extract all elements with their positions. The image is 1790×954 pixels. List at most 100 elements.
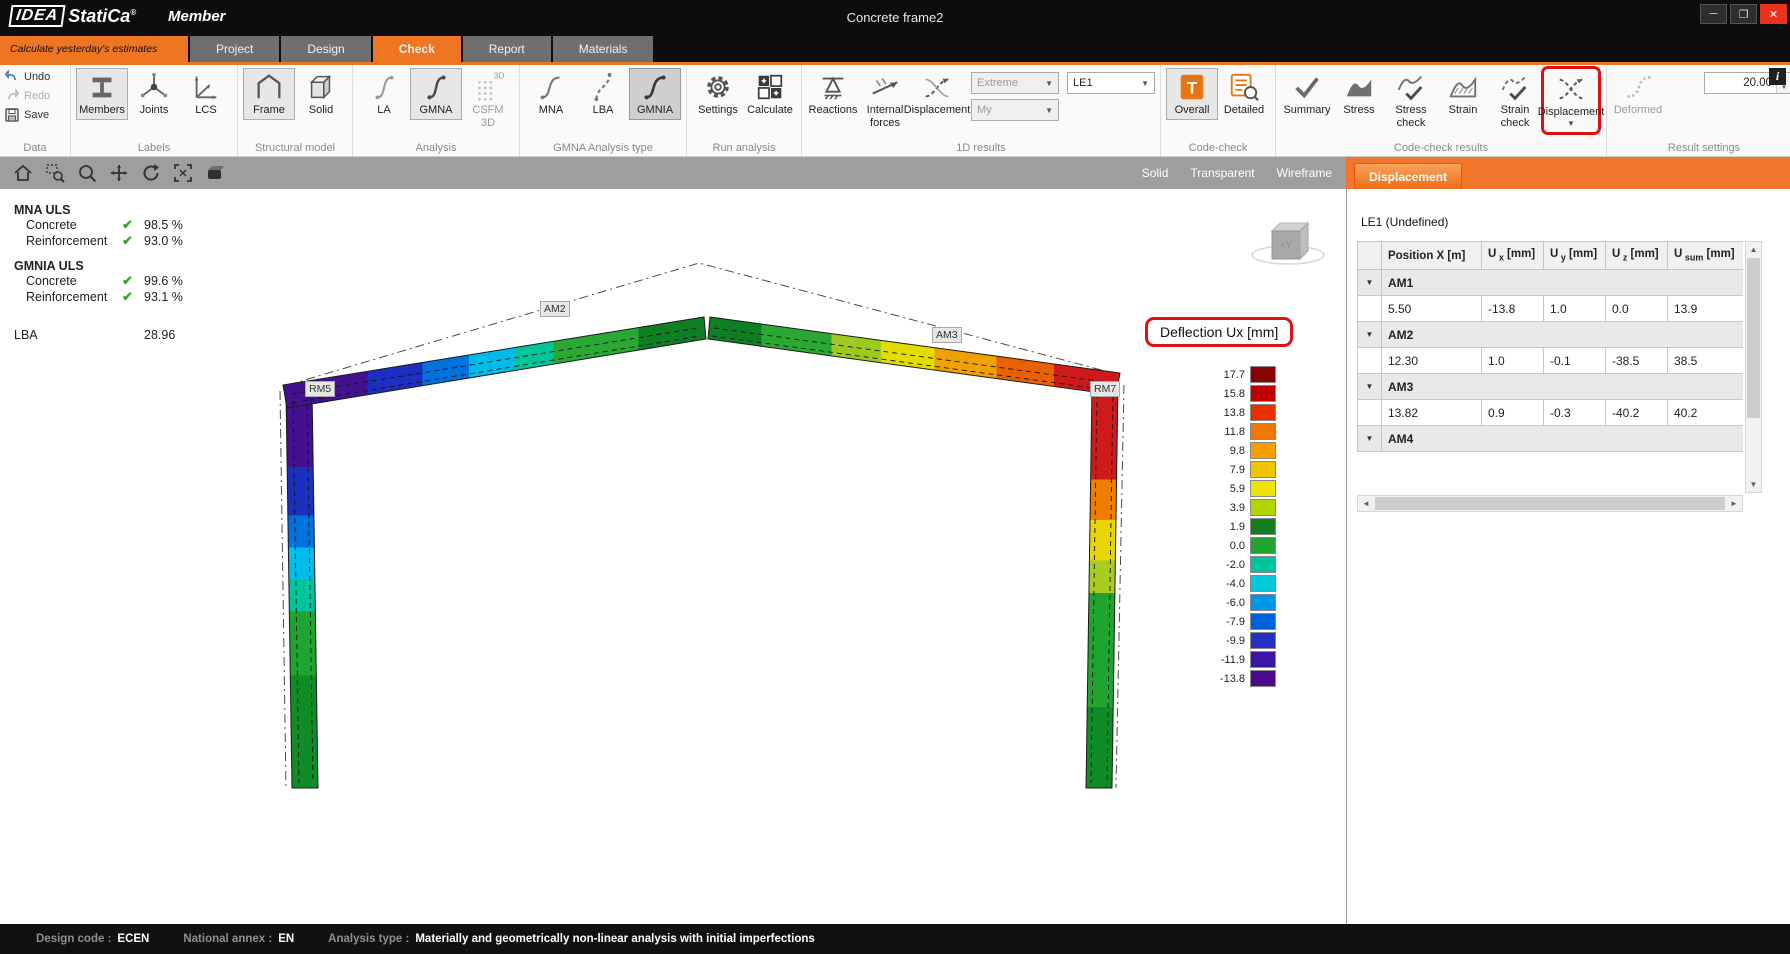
table-data-row[interactable]: 12.301.0-0.1-38.538.5: [1358, 348, 1744, 374]
summary-button[interactable]: Summary: [1281, 68, 1333, 120]
overall-button[interactable]: T Overall: [1166, 68, 1218, 120]
svg-text:3D: 3D: [494, 71, 504, 81]
solid-button[interactable]: Solid: [295, 68, 347, 120]
ribbon-group-run-analysis: Settings Calculate Run analysis: [687, 65, 802, 156]
info-button[interactable]: i: [1769, 68, 1786, 85]
clipping-button[interactable]: [200, 160, 230, 186]
mna-button[interactable]: MNA: [525, 68, 577, 120]
member-label-am3: AM3: [932, 327, 962, 343]
scroll-thumb[interactable]: [1375, 497, 1725, 510]
scroll-down-icon[interactable]: ▼: [1746, 477, 1761, 492]
scroll-right-icon[interactable]: ►: [1726, 496, 1742, 511]
undo-button[interactable]: Undo: [5, 68, 65, 85]
table-header-expander[interactable]: [1358, 242, 1382, 270]
stress-check-button[interactable]: Stress check: [1385, 68, 1437, 132]
internal-forces-button[interactable]: Internal forces: [859, 68, 911, 132]
left-column-member[interactable]: [286, 388, 318, 788]
orientation-cube[interactable]: +Y: [1250, 213, 1326, 269]
table-data-row[interactable]: 13.820.9-0.3-40.240.2: [1358, 400, 1744, 426]
table-header[interactable]: Position X [m]: [1382, 242, 1482, 270]
summary-section-title: GMNIA ULS: [14, 259, 204, 273]
pan-button[interactable]: [104, 160, 134, 186]
gmna-button[interactable]: GMNA: [410, 68, 462, 120]
view-toolbar: Solid Transparent Wireframe: [0, 157, 1346, 189]
maximize-button[interactable]: ❐: [1730, 4, 1757, 24]
model-viewport[interactable]: MNA ULS Concrete ✔ 98.5 % Reinforcement …: [0, 189, 1346, 924]
legend-entry: 1.9: [1204, 517, 1276, 536]
scroll-thumb[interactable]: [1747, 258, 1760, 418]
table-header[interactable]: U y [mm]: [1544, 242, 1606, 270]
tab-displacement-results[interactable]: Displacement: [1354, 163, 1462, 189]
rotate-button[interactable]: [136, 160, 166, 186]
frame-button[interactable]: Frame: [243, 68, 295, 120]
displacement-check-button[interactable]: Displacement ▼: [1545, 70, 1597, 131]
legend-color-cell: [1250, 594, 1276, 611]
horizontal-scrollbar[interactable]: ◄ ►: [1357, 495, 1743, 512]
display-mode-transparent[interactable]: Transparent: [1190, 166, 1254, 180]
vertical-scrollbar[interactable]: ▲ ▼: [1745, 241, 1762, 493]
extreme-dropdown[interactable]: Extreme▼: [971, 72, 1059, 94]
la-button[interactable]: LA: [358, 68, 410, 120]
table-group-row[interactable]: ▼AM1: [1358, 270, 1744, 296]
scroll-up-icon[interactable]: ▲: [1746, 242, 1761, 257]
home-view-button[interactable]: [8, 160, 38, 186]
tab-report[interactable]: Report: [463, 36, 551, 62]
csfm3d-button[interactable]: 3D CSFM 3D: [462, 68, 514, 132]
legend-entry: -2.0: [1204, 555, 1276, 574]
gmnia-button[interactable]: GMNIA: [629, 68, 681, 120]
lcs-button[interactable]: LCS: [180, 68, 232, 120]
tab-materials[interactable]: Materials: [553, 36, 654, 62]
calculate-button[interactable]: Calculate: [744, 68, 796, 120]
table-group-row[interactable]: ▼AM3: [1358, 374, 1744, 400]
search-icon: [77, 163, 97, 183]
table-header[interactable]: U z [mm]: [1606, 242, 1668, 270]
ribbon-group-result-settings: Deformed 20.00 ▲ ▼ Result settings: [1607, 65, 1790, 156]
settings-button[interactable]: Settings: [692, 68, 744, 120]
ribbon-group-analysis: LA GMNA 3D CSFM 3D Analysis: [353, 65, 520, 156]
members-button[interactable]: Members: [76, 68, 128, 120]
tab-design[interactable]: Design: [281, 36, 370, 62]
detailed-button[interactable]: Detailed: [1218, 68, 1270, 120]
check-icon: ✔: [122, 217, 144, 233]
strain-button[interactable]: Strain: [1437, 68, 1489, 120]
displacement-button[interactable]: Displacement: [911, 68, 963, 120]
table-data-row[interactable]: 5.50-13.81.00.013.9: [1358, 296, 1744, 322]
stress-button[interactable]: Stress: [1333, 68, 1385, 120]
statusbar: Design code :ECEN National annex :EN Ana…: [0, 924, 1790, 954]
ribbon-group-structural-model: Frame Solid Structural model: [238, 65, 353, 156]
load-case-dropdown[interactable]: LE1▼: [1067, 72, 1155, 94]
table-header[interactable]: U sum [mm]: [1668, 242, 1744, 270]
table-group-row[interactable]: ▼AM2: [1358, 322, 1744, 348]
strain-check-button[interactable]: Strain check: [1489, 68, 1541, 132]
display-mode-wireframe[interactable]: Wireframe: [1277, 166, 1332, 180]
table-group-row[interactable]: ▼AM4: [1358, 426, 1744, 452]
joints-button[interactable]: Joints: [128, 68, 180, 120]
zoom-fit-button[interactable]: [168, 160, 198, 186]
calculate-icon: [754, 71, 786, 103]
display-mode-solid[interactable]: Solid: [1142, 166, 1169, 180]
reactions-button[interactable]: Reactions: [807, 68, 859, 120]
lcs-icon: [190, 71, 222, 103]
lba-button[interactable]: LBA: [577, 68, 629, 120]
minimize-button[interactable]: ─: [1700, 4, 1727, 24]
tab-check[interactable]: Check: [373, 36, 461, 62]
check-icon: ✔: [122, 233, 144, 249]
table-cell: 13.82: [1382, 400, 1482, 426]
right-column-member[interactable]: [1086, 382, 1118, 788]
collapse-triangle-icon: ▼: [1358, 322, 1382, 348]
zoom-button[interactable]: [72, 160, 102, 186]
scroll-left-icon[interactable]: ◄: [1358, 496, 1374, 511]
table-header[interactable]: U x [mm]: [1482, 242, 1544, 270]
tab-project[interactable]: Project: [190, 36, 279, 62]
table-cell: -40.2: [1606, 400, 1668, 426]
zoom-window-button[interactable]: [40, 160, 70, 186]
legend-entry: 17.7: [1204, 365, 1276, 384]
displacement-table-wrap: Position X [m]U x [mm]U y [mm]U z [mm]U …: [1357, 241, 1743, 493]
save-button[interactable]: Save: [5, 106, 65, 123]
logo-statica: StatiCa®: [68, 6, 136, 27]
close-button[interactable]: ✕: [1760, 4, 1787, 24]
table-cell: 5.50: [1382, 296, 1482, 322]
deformed-button[interactable]: Deformed: [1612, 68, 1664, 120]
redo-button[interactable]: Redo: [5, 87, 65, 104]
component-dropdown[interactable]: My▼: [971, 99, 1059, 121]
